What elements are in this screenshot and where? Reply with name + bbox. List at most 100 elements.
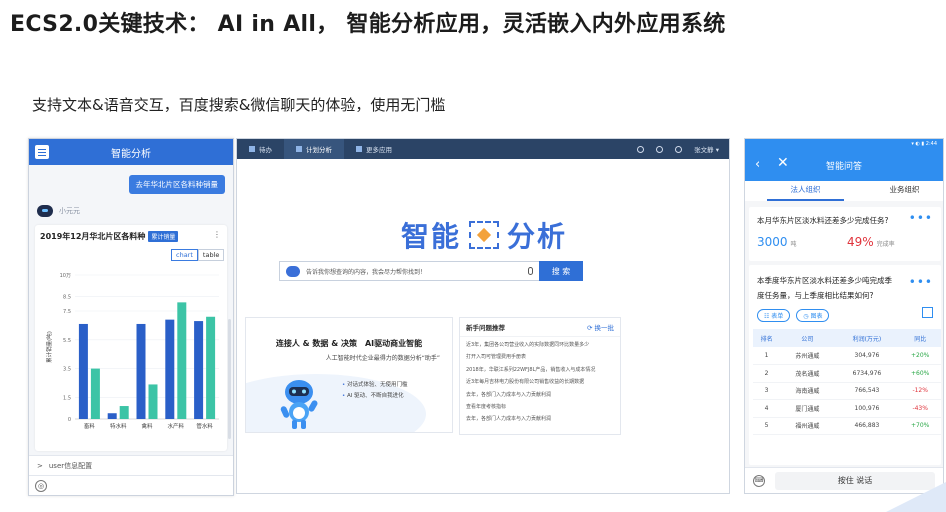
- list-item[interactable]: 查看年度考核指标: [466, 401, 614, 413]
- microphone-icon[interactable]: [528, 267, 533, 275]
- search-input[interactable]: 告诉我你想查询的内容，我会尽力帮你找到！: [279, 261, 539, 281]
- y-tick-label: 1.5: [63, 395, 71, 401]
- user-menu[interactable]: 张文静 ▾: [694, 144, 719, 154]
- yoy-cell: +20%: [899, 347, 941, 365]
- nav-item-plan-analysis[interactable]: 计划分析: [284, 139, 344, 159]
- promo-bullets: 对话式体验、无使用门槛 AI 驱动、不断自我进化: [342, 380, 408, 402]
- bar: [148, 384, 158, 419]
- chart-view-button[interactable]: ◷ 图表: [796, 309, 830, 322]
- y-tick-label: 7.5: [63, 309, 71, 315]
- profit-cell: 6734,976: [834, 364, 900, 383]
- bot-name: 小元元: [59, 207, 80, 215]
- nav-item-more-apps[interactable]: 更多应用: [344, 139, 404, 159]
- column-header: 排名: [753, 329, 781, 347]
- list-item[interactable]: 2018年，华联江系列22WFJ8L产品，销售收入与成本情况: [466, 364, 614, 376]
- x-tick-label: 特水料: [110, 422, 127, 430]
- more-icon[interactable]: •••: [909, 211, 933, 225]
- promo-bullet: 对话式体验、无使用门槛: [342, 382, 408, 388]
- column-header: 同比: [899, 329, 941, 347]
- nav-item-label: 计划分析: [306, 146, 332, 154]
- bar: [206, 316, 216, 419]
- suggested-questions-list: 近3年，集团各公司营业收入的实际数据同环比数量多少 打开入司可管理费用手册表 2…: [460, 337, 620, 428]
- completion-rate-number: 49%: [847, 235, 874, 249]
- nav-item-todo[interactable]: 待办: [237, 139, 284, 159]
- gear-icon[interactable]: [675, 145, 683, 153]
- table-row[interactable]: 4 厦门通威 100,976 -43%: [753, 399, 941, 418]
- company-cell: 福州通威: [780, 417, 835, 435]
- refresh-link[interactable]: ⟳ 换一批: [587, 322, 614, 332]
- company-cell: 茂名通威: [780, 364, 835, 383]
- help-icon[interactable]: [656, 145, 664, 153]
- rank-cell: 2: [753, 364, 781, 383]
- back-icon[interactable]: ‹: [755, 157, 760, 172]
- y-axis-label: 累计销量(吨): [45, 331, 53, 363]
- tab-legal-org[interactable]: 法人组织: [767, 181, 844, 201]
- mobile-analysis-header: 智能分析: [29, 139, 233, 165]
- table-header-row: 排名 公司 利润(万元) 同比: [753, 329, 941, 347]
- chart-card-tag: 累计销量: [148, 231, 179, 242]
- promo-subtitle: 人工智能时代企业最得力的数据分析“助手”: [325, 355, 440, 362]
- nav-item-label: 待办: [259, 146, 272, 154]
- expand-icon[interactable]: [922, 307, 933, 318]
- close-icon[interactable]: ✕: [777, 155, 789, 171]
- toggle-table[interactable]: table: [197, 249, 225, 261]
- search-button[interactable]: 搜 索: [539, 261, 583, 281]
- todo-icon: [249, 146, 255, 152]
- user-config-row[interactable]: > user信息配置: [29, 455, 233, 475]
- y-tick-label: 3.5: [63, 367, 71, 373]
- toggle-chart[interactable]: chart: [171, 249, 198, 261]
- suggested-questions-title: 新手问题推荐: [466, 324, 505, 332]
- rank-cell: 1: [753, 347, 781, 365]
- remaining-value-number: 3000: [757, 235, 788, 249]
- mobile-analysis-input-bar: ◎: [29, 475, 233, 495]
- bar: [78, 323, 88, 419]
- tab-business-org[interactable]: 业务组织: [866, 181, 943, 201]
- table-row[interactable]: 1 苏州通威 304,976 +20%: [753, 347, 941, 365]
- chart-card: 2019年12月华北片区各料种 累计销量 ⋮ chart table 0 1.5 3.…: [35, 225, 227, 451]
- rank-cell: 3: [753, 382, 781, 400]
- promo-card: 连接人 & 数据 & 决策 AI驱动商业智能 人工智能时代企业最得力的数据分析“…: [245, 317, 453, 433]
- completion-rate: 49% 完成率: [847, 235, 895, 249]
- view-toggle: chart table: [171, 249, 225, 261]
- bar: [194, 321, 204, 419]
- more-icon[interactable]: •••: [909, 275, 933, 289]
- table-row[interactable]: 3 海南通威 766,543 -12%: [753, 382, 941, 400]
- menu-icon[interactable]: [35, 145, 49, 159]
- x-tick-label: 水产料: [168, 422, 185, 430]
- question-line: 本季度华东片区淡水料还差多少吨完成季: [757, 276, 892, 285]
- status-bar: ▾ ◐ ▮ 2:44: [745, 139, 943, 149]
- bar: [165, 319, 175, 419]
- nav-item-label: 更多应用: [366, 146, 392, 154]
- table-view-button[interactable]: ☷ 表单: [757, 309, 791, 322]
- logo-text-left: 智能: [400, 220, 461, 253]
- list-item[interactable]: 近3年，集团各公司营业收入的实际数据同环比数量多少: [466, 339, 614, 351]
- remaining-value: 3000 吨: [757, 235, 797, 249]
- table-row[interactable]: 2 茂名通威 6734,976 +60%: [753, 364, 941, 383]
- voice-icon[interactable]: ◎: [35, 480, 47, 492]
- list-item[interactable]: 近3年每月吉林电力股份有限公司销售收益的长期数据: [466, 376, 614, 388]
- slide-title: ECS2.0关键技术： AI in All， 智能分析应用，灵活嵌入内外应用系统: [10, 12, 726, 37]
- keyboard-icon[interactable]: ⌨: [753, 474, 765, 487]
- profit-cell: 466,883: [834, 417, 900, 435]
- list-item[interactable]: 去年，各部门人力成本与入力贡献利润: [466, 413, 614, 425]
- list-item[interactable]: 去年，各部门入力成本与入力贡献利润: [466, 389, 614, 401]
- mobile-analysis-screen: 智能分析 去年华北片区各料种销量 小元元 2019年12月华北片区各料种 累计销量…: [28, 138, 234, 496]
- answer-card-2: 本季度华东片区淡水料还差多少吨完成季 度任务量，与上季度相比结果如何? ••• …: [749, 265, 941, 465]
- product-logo: 智能 分析: [237, 215, 729, 255]
- column-header: 利润(万元): [834, 329, 900, 347]
- bar: [90, 368, 100, 419]
- scrollbar[interactable]: [228, 319, 231, 439]
- list-item[interactable]: 打开入司可管理费用手册表: [466, 351, 614, 363]
- answer-card-1: 本月华东片区淡水料还差多少完成任务? ••• 3000 吨 49% 完成率: [749, 207, 941, 261]
- column-header: 公司: [780, 329, 835, 347]
- question-text: 本季度华东片区淡水料还差多少吨完成季 度任务量，与上季度相比结果如何?: [757, 273, 892, 303]
- more-icon[interactable]: ⋮: [213, 230, 221, 239]
- completion-rate-label: 完成率: [876, 241, 895, 248]
- remaining-unit: 吨: [790, 241, 797, 248]
- mobile-qa-title: 智能问答: [825, 161, 862, 172]
- suggested-questions-header: 新手问题推荐 ⟳ 换一批: [460, 318, 620, 337]
- table-row[interactable]: 5 福州通威 466,883 +70%: [753, 417, 941, 435]
- mobile-analysis-title: 智能分析: [111, 148, 151, 160]
- bell-icon[interactable]: [637, 145, 645, 153]
- question-line: 度任务量，与上季度相比结果如何?: [757, 291, 874, 300]
